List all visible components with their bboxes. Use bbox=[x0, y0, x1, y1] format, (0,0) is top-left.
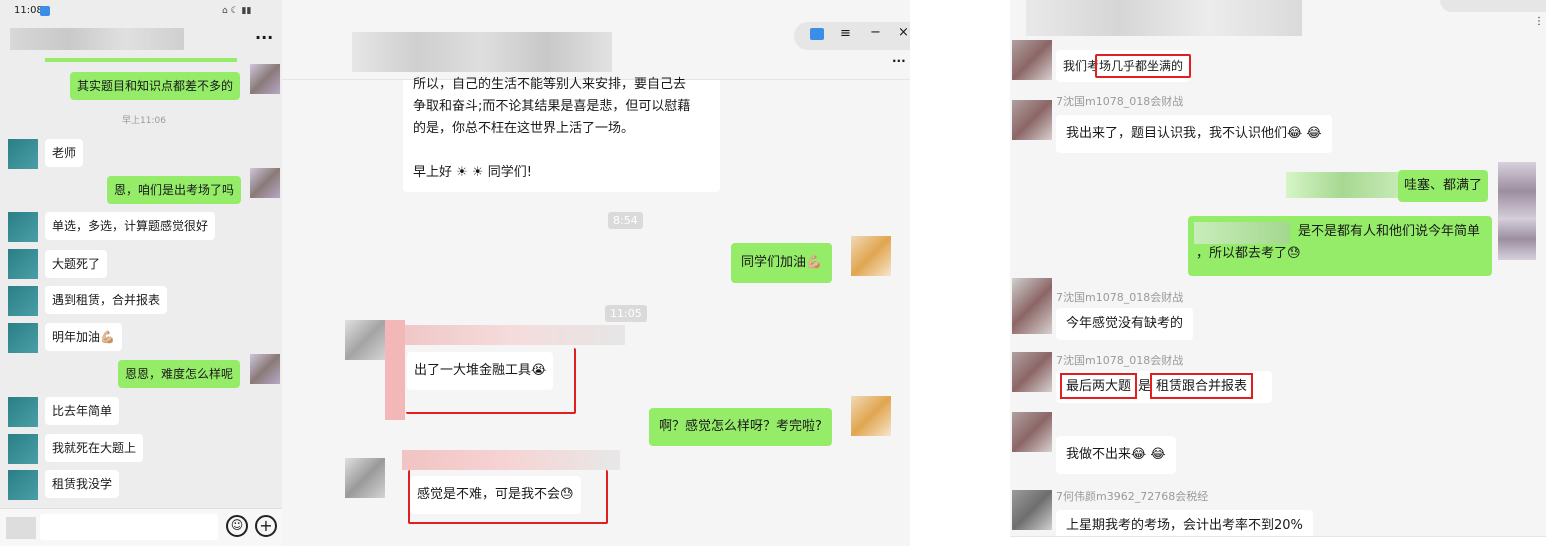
red-highlight-box: 最后两大题 bbox=[1060, 373, 1138, 399]
bubble-tail bbox=[45, 58, 237, 62]
avatar[interactable] bbox=[1012, 490, 1052, 530]
message-bubble-left: 大题死了 bbox=[45, 250, 108, 278]
window-header: ≡ − × ··· bbox=[282, 0, 910, 80]
avatar[interactable] bbox=[1012, 40, 1052, 80]
avatar[interactable] bbox=[851, 396, 891, 436]
time-label: 早上11:06 bbox=[122, 116, 166, 126]
desktop-chat-panel-1: ≡ − × ··· 所以，自己的生活不能等别人来安排，要自己去 争取和奋斗;而不… bbox=[282, 0, 910, 546]
sender-name-blurred bbox=[402, 450, 620, 470]
more-dots-icon[interactable]: ··· bbox=[255, 28, 273, 47]
emoji-icon[interactable]: ☺ bbox=[226, 515, 248, 537]
sender-name-blurred bbox=[405, 325, 625, 345]
avatar[interactable] bbox=[345, 458, 385, 498]
message-bubble-left: 遇到租赁，合并报表 bbox=[45, 286, 168, 314]
sender-name: 7沈国m1078_018会财战 bbox=[1056, 354, 1184, 367]
voice-icon[interactable] bbox=[6, 517, 36, 539]
message-bubble-right: 是不是都有人和他们说今年简单 ，所以都去考了😓 bbox=[1188, 216, 1492, 276]
avatar[interactable] bbox=[8, 434, 38, 464]
window-header: ⋮ bbox=[1010, 0, 1546, 40]
avatar[interactable] bbox=[851, 236, 891, 276]
menu-icon[interactable]: ≡ bbox=[840, 26, 851, 41]
status-time: 11:08 bbox=[14, 5, 43, 16]
avatar[interactable] bbox=[250, 64, 280, 94]
message-bubble-left: 单选，多选，计算题感觉很好 bbox=[45, 212, 216, 240]
avatar[interactable] bbox=[1012, 278, 1052, 334]
contact-name-blurred bbox=[10, 28, 184, 50]
message-line: ，所以都去考了😓 bbox=[1196, 246, 1301, 261]
plus-circle-icon[interactable]: + bbox=[255, 515, 277, 537]
avatar[interactable] bbox=[8, 139, 38, 169]
sender-name: 7沈国m1078_018会财战 bbox=[1056, 291, 1184, 304]
group-name-blurred bbox=[352, 32, 612, 72]
message-bubble-left: 明年加油💪🏼 bbox=[45, 323, 122, 351]
message-line: 所以，自己的生活不能等别人来安排，要自己去 bbox=[413, 77, 687, 92]
time-label: 8:54 bbox=[608, 212, 643, 229]
sender-name: 7沈国m1078_018会财战 bbox=[1056, 95, 1184, 108]
message-bubble-left: 今年感觉没有缺考的 bbox=[1056, 308, 1194, 340]
avatar[interactable] bbox=[1498, 218, 1536, 260]
message-bubble-left: 租赁我没学 bbox=[45, 470, 120, 498]
message-line: 早上好 ☀ ☀ 同学们! bbox=[413, 165, 532, 180]
avatar[interactable] bbox=[8, 286, 38, 316]
avatar[interactable] bbox=[1498, 162, 1536, 220]
sender-name: 7何伟颜m3962_72768会税经 bbox=[1056, 490, 1209, 503]
chat-icon[interactable] bbox=[810, 28, 824, 40]
sender-blurred bbox=[1286, 172, 1398, 198]
message-bubble-left: 我做不出来😂 😂 bbox=[1056, 436, 1176, 474]
avatar[interactable] bbox=[345, 320, 385, 360]
message-bubble-right: 哇塞、都满了 bbox=[1398, 170, 1489, 202]
message-bubble-left: 最后两大题 是 租赁跟合并报表 bbox=[1056, 371, 1272, 403]
message-line: 的是，你总不枉在这世界上活了一场。 bbox=[413, 121, 635, 136]
avatar[interactable] bbox=[8, 212, 38, 242]
more-dots-icon[interactable]: ⋮ bbox=[1534, 16, 1544, 27]
sender-blurred bbox=[1194, 222, 1290, 244]
avatar[interactable] bbox=[8, 249, 38, 279]
window-controls: ≡ − × bbox=[794, 22, 910, 50]
message-line bbox=[413, 140, 710, 162]
avatar[interactable] bbox=[250, 168, 280, 198]
avatar[interactable] bbox=[8, 323, 38, 353]
message-bubble-left: 比去年简单 bbox=[45, 397, 120, 425]
app-icon bbox=[40, 6, 50, 16]
avatar[interactable] bbox=[1012, 412, 1052, 452]
input-bar: ☺ + bbox=[0, 508, 282, 546]
avatar[interactable] bbox=[8, 397, 38, 427]
message-input[interactable] bbox=[40, 514, 218, 540]
red-highlight-box bbox=[406, 348, 576, 414]
red-highlight-box bbox=[1095, 54, 1191, 78]
desktop-chat-panel-2: ⋮ 我们考场几乎都坐满的 7沈国m1078_018会财战 我出来了，题目认识我，… bbox=[1010, 0, 1546, 546]
minimize-icon[interactable]: − bbox=[870, 25, 881, 40]
message-bubble-right: 恩，咱们是出考场了吗 bbox=[107, 176, 242, 204]
status-icons: ⌂ ☾ ▮▮ bbox=[222, 6, 252, 16]
avatar[interactable] bbox=[1012, 352, 1052, 392]
window-controls bbox=[1440, 0, 1546, 12]
more-dots-icon[interactable]: ··· bbox=[892, 54, 906, 68]
message-bubble-right: 恩恩，难度怎么样呢 bbox=[118, 360, 241, 388]
red-highlight-box: 租赁跟合并报表 bbox=[1150, 373, 1254, 399]
long-message-bubble: 所以，自己的生活不能等别人来安排，要自己去 争取和奋斗;而不论其结果是喜是悲，但… bbox=[403, 77, 720, 192]
input-toolbar bbox=[1010, 536, 1546, 546]
status-bar: 11:08 ⌂ ☾ ▮▮ bbox=[0, 0, 282, 22]
avatar[interactable] bbox=[250, 354, 280, 384]
message-bubble-right: 同学们加油💪🏼 bbox=[731, 243, 833, 283]
red-highlight-box bbox=[408, 470, 608, 524]
message-bubble-left: 老师 bbox=[45, 139, 84, 167]
chat-header: ··· bbox=[0, 22, 282, 58]
message-line: 争取和奋斗;而不论其结果是喜是悲，但可以慰藉 bbox=[413, 99, 691, 114]
close-icon[interactable]: × bbox=[898, 25, 909, 40]
time-label: 11:05 bbox=[605, 305, 647, 322]
pink-blur bbox=[385, 320, 405, 420]
avatar[interactable] bbox=[8, 470, 38, 500]
message-bubble-left: 我就死在大题上 bbox=[45, 434, 144, 462]
message-bubble-left: 我出来了，题目认识我，我不认识他们😂 😂 bbox=[1056, 115, 1332, 153]
avatar[interactable] bbox=[1012, 100, 1052, 140]
phone-chat-panel: 11:08 ⌂ ☾ ▮▮ ··· 其实题目和知识点都差不多的 早上11:06 老… bbox=[0, 0, 282, 546]
message-bubble-right: 啊？感觉怎么样呀？考完啦? bbox=[649, 408, 832, 446]
group-name-blurred bbox=[1026, 0, 1302, 36]
message-bubble-right: 其实题目和知识点都差不多的 bbox=[70, 72, 241, 100]
